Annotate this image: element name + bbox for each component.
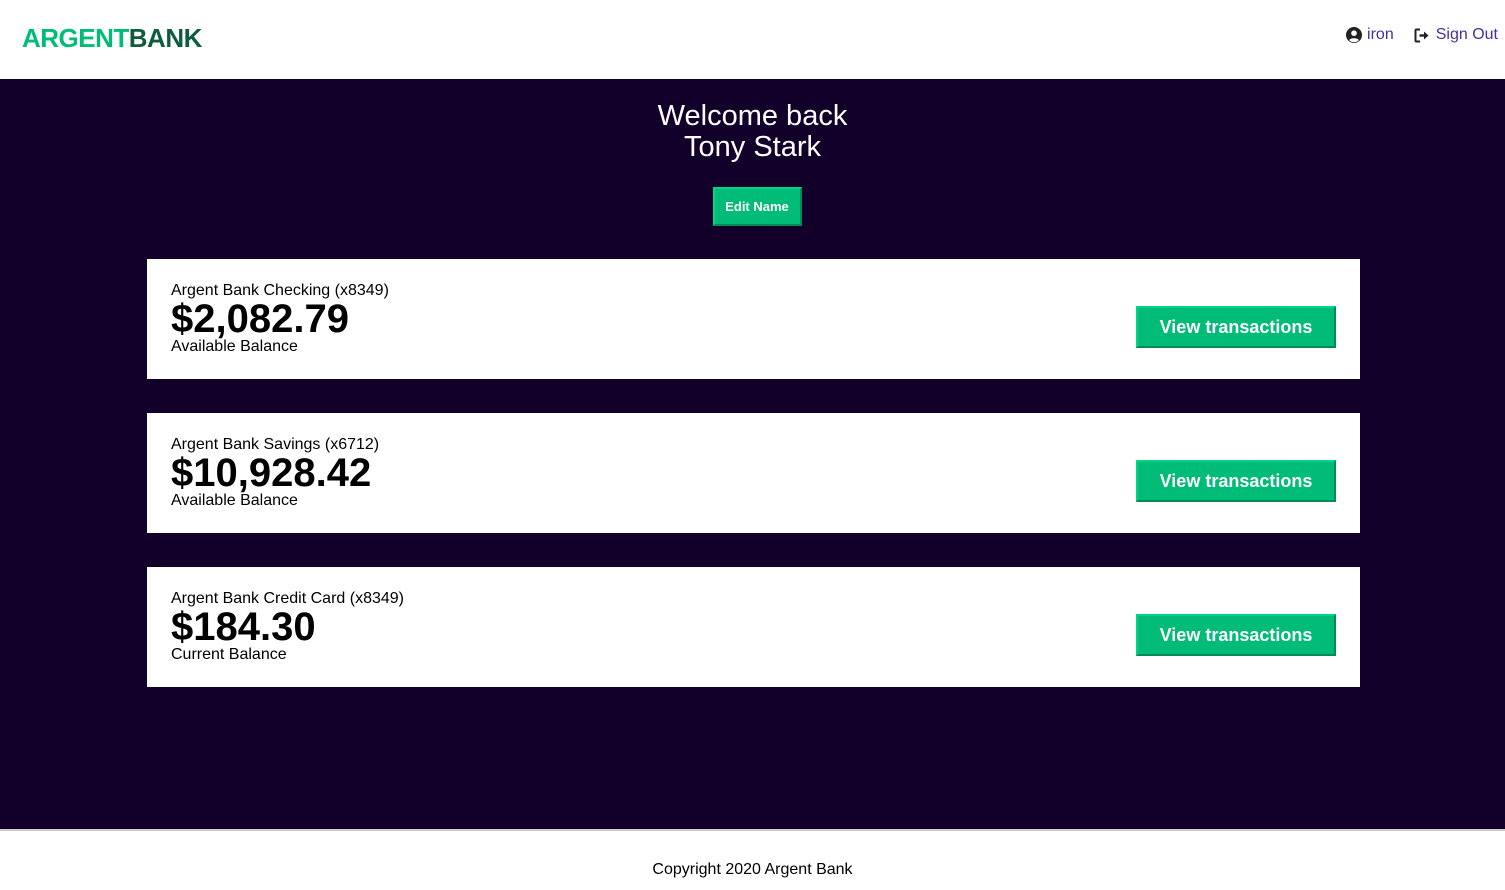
view-transactions-button[interactable]: View transactions xyxy=(1136,460,1336,502)
account-amount-description: Available Balance xyxy=(171,338,298,355)
view-transactions-button[interactable]: View transactions xyxy=(1136,306,1336,348)
copyright-text: Copyright 2020 Argent Bank xyxy=(652,860,853,878)
account-amount: $10,928.42 xyxy=(171,451,372,495)
user-name: Tony Stark xyxy=(684,131,821,163)
footer: Copyright 2020 Argent Bank xyxy=(0,829,1505,890)
user-circle-icon xyxy=(1346,27,1363,43)
logo[interactable]: ARGENT BANK xyxy=(22,23,202,54)
view-transactions-button[interactable]: View transactions xyxy=(1136,614,1336,656)
account-amount: $2,082.79 xyxy=(171,297,349,341)
main-content: Welcome back Tony Stark Edit Name Argent… xyxy=(0,79,1505,829)
main-nav: ARGENT BANK iron Sign Out xyxy=(0,0,1505,79)
sign-out-label: Sign Out xyxy=(1435,26,1498,43)
account-info: Argent Bank Savings (x6712) $10,928.42 A… xyxy=(171,436,379,510)
welcome-header: Welcome back Tony Stark Edit Name xyxy=(0,101,1505,226)
account-card-credit: Argent Bank Credit Card (x8349) $184.30 … xyxy=(147,567,1360,687)
profile-label: iron xyxy=(1367,26,1394,43)
edit-name-button[interactable]: Edit Name xyxy=(712,187,802,226)
accounts-list: Argent Bank Checking (x8349) $2,082.79 A… xyxy=(0,259,1505,687)
account-info: Argent Bank Checking (x8349) $2,082.79 A… xyxy=(171,282,389,356)
profile-link[interactable]: iron xyxy=(1346,26,1394,44)
sign-out-link[interactable]: Sign Out xyxy=(1414,26,1498,44)
logo-text-bank: BANK xyxy=(128,23,203,53)
account-card-savings: Argent Bank Savings (x6712) $10,928.42 A… xyxy=(147,413,1360,533)
welcome-line: Welcome back xyxy=(657,100,848,132)
account-amount: $184.30 xyxy=(171,605,316,649)
welcome-title: Welcome back Tony Stark xyxy=(0,101,1505,163)
account-card-checking: Argent Bank Checking (x8349) $2,082.79 A… xyxy=(147,259,1360,379)
logo-text-argent: ARGENT xyxy=(22,23,129,53)
account-info: Argent Bank Credit Card (x8349) $184.30 … xyxy=(171,590,404,664)
nav-links: iron Sign Out xyxy=(1346,26,1498,44)
sign-out-icon xyxy=(1414,28,1431,43)
